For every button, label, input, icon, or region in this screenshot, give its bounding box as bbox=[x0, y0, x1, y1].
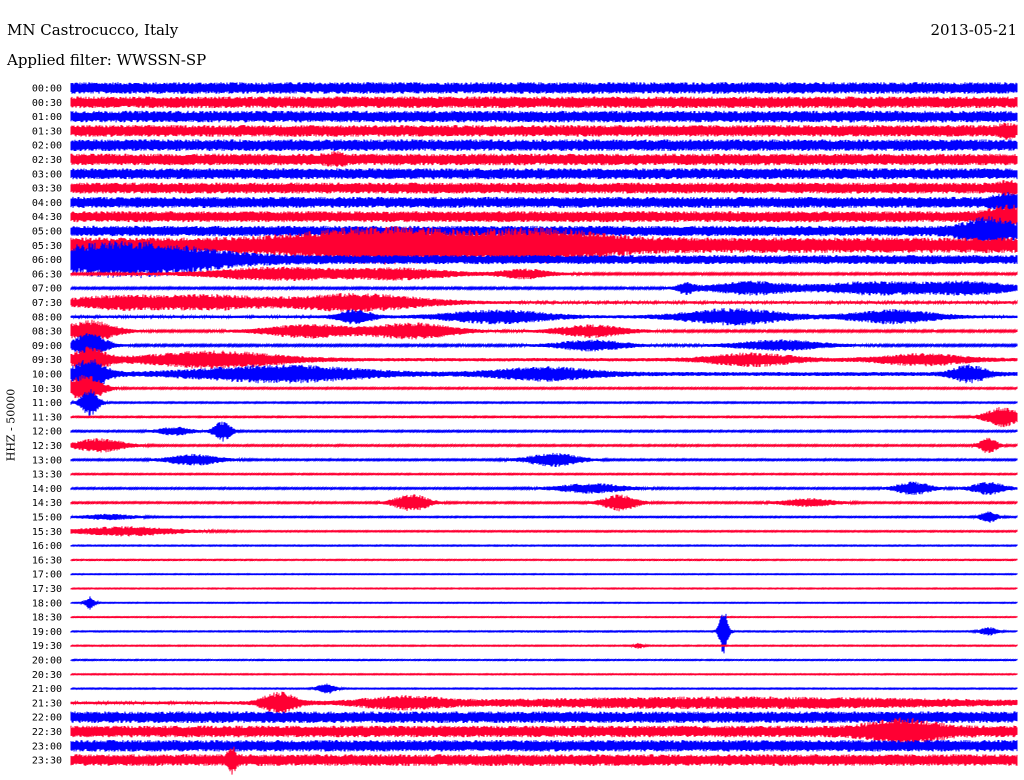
time-tick-label: 14:00 bbox=[32, 484, 62, 495]
time-tick-label: 07:30 bbox=[32, 298, 62, 309]
time-tick-label: 21:30 bbox=[32, 698, 62, 709]
time-tick-label: 00:00 bbox=[32, 84, 62, 95]
trace-line bbox=[70, 280, 1018, 296]
time-tick-label: 12:00 bbox=[32, 427, 62, 438]
time-tick-label: 03:30 bbox=[32, 184, 62, 195]
trace-line bbox=[70, 150, 1018, 168]
time-tick-label: 17:30 bbox=[32, 584, 62, 595]
time-tick-label: 11:30 bbox=[32, 412, 62, 423]
trace-line bbox=[70, 558, 1018, 562]
time-tick-label: 22:00 bbox=[32, 713, 62, 724]
trace-line bbox=[70, 110, 1018, 123]
time-tick-label: 12:30 bbox=[32, 441, 62, 452]
trace-line bbox=[70, 292, 1018, 313]
time-tick-label: 09:00 bbox=[32, 341, 62, 352]
trace-line bbox=[70, 168, 1018, 180]
time-tick-label: 20:00 bbox=[32, 656, 62, 667]
time-tick-label: 23:30 bbox=[32, 756, 62, 767]
time-tick-label: 23:00 bbox=[32, 741, 62, 752]
trace-line bbox=[70, 658, 1018, 662]
time-tick-label: 11:00 bbox=[32, 398, 62, 409]
time-tick-label: 09:30 bbox=[32, 355, 62, 366]
trace-line bbox=[70, 307, 1018, 326]
trace-line bbox=[70, 191, 1018, 214]
trace-line bbox=[70, 691, 1018, 715]
trace-line bbox=[70, 683, 1018, 694]
trace-line bbox=[70, 472, 1018, 477]
time-tick-label: 06:00 bbox=[32, 255, 62, 266]
trace-line bbox=[70, 389, 1018, 416]
trace-line bbox=[70, 437, 1018, 453]
time-tick-label: 22:30 bbox=[32, 727, 62, 738]
trace-line bbox=[70, 139, 1018, 152]
time-tick-label: 15:30 bbox=[32, 527, 62, 538]
time-tick-label: 01:00 bbox=[32, 112, 62, 123]
time-tick-label: 17:00 bbox=[32, 570, 62, 581]
time-tick-label: 16:00 bbox=[32, 541, 62, 552]
time-tick-label: 20:30 bbox=[32, 670, 62, 681]
trace-line bbox=[70, 180, 1018, 198]
time-tick-label: 19:30 bbox=[32, 641, 62, 652]
trace-line bbox=[70, 672, 1018, 677]
trace-line bbox=[70, 526, 1018, 537]
time-tick-label: 04:30 bbox=[32, 212, 62, 223]
trace-line bbox=[70, 711, 1018, 724]
trace-line bbox=[70, 82, 1018, 94]
seismogram-plot: 00:00 00:30 01:00 01:30 02:00 02:30 03:00 03:30… bbox=[32, 82, 1018, 775]
time-tick-label: 06:30 bbox=[32, 269, 62, 280]
time-tick-label: 21:00 bbox=[32, 684, 62, 695]
time-tick-label: 13:30 bbox=[32, 470, 62, 481]
time-tick-label: 19:00 bbox=[32, 627, 62, 638]
trace-line bbox=[70, 586, 1018, 591]
trace-line bbox=[70, 421, 1018, 442]
trace-line bbox=[70, 319, 1018, 342]
time-tick-label: 02:30 bbox=[32, 155, 62, 166]
trace-line bbox=[70, 494, 1018, 512]
time-tick-label: 05:30 bbox=[32, 241, 62, 252]
trace-line bbox=[70, 452, 1018, 468]
trace-line bbox=[70, 572, 1018, 576]
trace-line bbox=[70, 596, 1018, 610]
time-tick-label: 18:30 bbox=[32, 613, 62, 624]
time-tick-label: 07:00 bbox=[32, 284, 62, 295]
time-tick-label: 10:30 bbox=[32, 384, 62, 395]
time-tick-label: 00:30 bbox=[32, 98, 62, 109]
trace-line bbox=[70, 739, 1018, 752]
trace-line bbox=[70, 122, 1018, 140]
trace-line bbox=[70, 642, 1018, 649]
trace-line bbox=[70, 346, 1018, 372]
time-tick-label: 15:00 bbox=[32, 513, 62, 524]
time-tick-label: 18:00 bbox=[32, 598, 62, 609]
time-tick-label: 03:00 bbox=[32, 169, 62, 180]
trace-line bbox=[70, 266, 1018, 282]
trace-line bbox=[70, 511, 1018, 523]
time-tick-label: 01:30 bbox=[32, 126, 62, 137]
time-tick-label: 02:00 bbox=[32, 141, 62, 152]
trace-line bbox=[70, 407, 1018, 428]
trace-line bbox=[70, 481, 1018, 495]
time-tick-label: 16:30 bbox=[32, 555, 62, 566]
trace-line bbox=[70, 613, 1018, 654]
time-tick-label: 10:00 bbox=[32, 370, 62, 381]
trace-line bbox=[70, 204, 1018, 230]
time-tick-labels: 00:00 00:30 01:00 01:30 02:00 02:30 03:00 03:30… bbox=[32, 84, 62, 767]
time-tick-label: 08:30 bbox=[32, 327, 62, 338]
trace-line bbox=[70, 615, 1018, 619]
time-tick-label: 04:00 bbox=[32, 198, 62, 209]
trace-line bbox=[70, 543, 1018, 548]
time-tick-label: 13:00 bbox=[32, 455, 62, 466]
time-tick-label: 08:00 bbox=[32, 312, 62, 323]
trace-line bbox=[70, 96, 1018, 109]
seismogram-traces bbox=[70, 82, 1018, 775]
time-tick-label: 14:30 bbox=[32, 498, 62, 509]
time-tick-label: 05:00 bbox=[32, 227, 62, 238]
